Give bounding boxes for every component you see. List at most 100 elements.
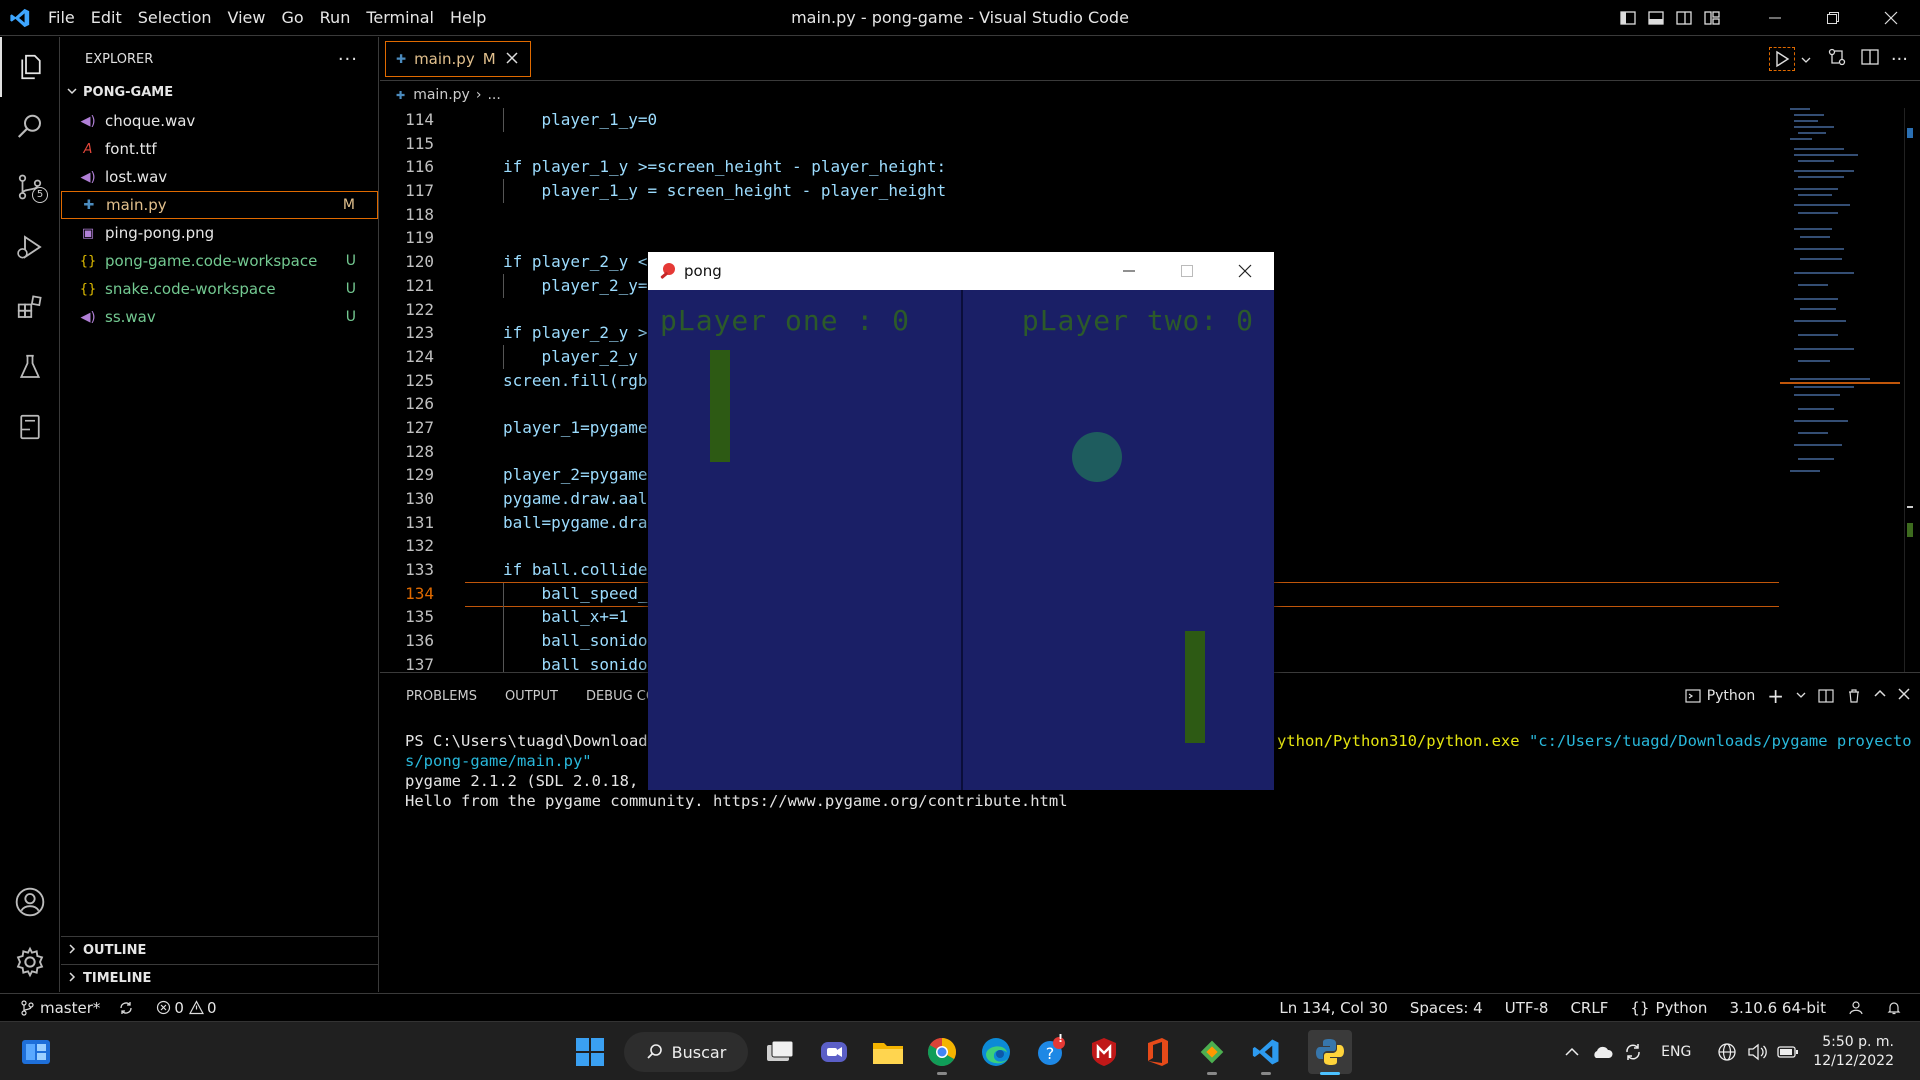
new-terminal-icon[interactable]: +	[1767, 684, 1784, 708]
battery-icon[interactable]	[1777, 1045, 1799, 1059]
close-panel-icon[interactable]	[1898, 688, 1910, 704]
pong-game-canvas[interactable]: pLayer one : 0 pLayer two: 0	[648, 290, 1274, 790]
run-python-file-icon[interactable]	[1768, 47, 1795, 71]
menu-file[interactable]: File	[40, 0, 83, 36]
toggle-panel-icon[interactable]	[1642, 0, 1670, 36]
show-hidden-icons-chevron-icon[interactable]	[1565, 1047, 1579, 1057]
file-row[interactable]: A font.ttf	[61, 135, 378, 163]
run-debug-icon[interactable]	[0, 217, 60, 277]
language-mode[interactable]: Python	[1655, 999, 1707, 1017]
customize-layout-icon[interactable]	[1698, 0, 1726, 36]
vscode-taskbar-icon[interactable]	[1244, 1030, 1288, 1075]
search-icon[interactable]	[0, 97, 60, 157]
chrome-icon[interactable]	[920, 1030, 964, 1075]
widgets-icon[interactable]	[14, 1030, 58, 1074]
close-tab-icon[interactable]	[506, 50, 518, 68]
explorer-icon[interactable]	[0, 37, 60, 97]
menu-selection[interactable]: Selection	[130, 0, 220, 36]
remote-explorer-icon[interactable]	[0, 397, 60, 457]
help-app-icon[interactable]: ? !	[1028, 1030, 1072, 1074]
app-diamond-icon[interactable]	[1190, 1030, 1234, 1075]
taskbar-search[interactable]: Buscar	[624, 1032, 748, 1072]
file-row[interactable]: ✚ main.py M	[61, 191, 378, 219]
breadcrumb-rest[interactable]: ...	[487, 87, 500, 103]
start-windows-icon[interactable]	[568, 1030, 612, 1074]
settings-gear-icon[interactable]	[0, 932, 60, 992]
pong-minimize-icon[interactable]	[1100, 252, 1158, 290]
tab-main-py[interactable]: ✚ main.py M	[385, 41, 531, 77]
indentation[interactable]: Spaces: 4	[1410, 999, 1483, 1017]
breadcrumb-file[interactable]: main.py	[413, 87, 470, 103]
network-globe-icon[interactable]	[1717, 1042, 1737, 1062]
mcafee-icon[interactable]	[1082, 1030, 1126, 1074]
close-icon[interactable]	[1862, 0, 1920, 36]
timeline-section[interactable]: TIMELINE	[61, 964, 379, 992]
restore-icon[interactable]	[1804, 0, 1862, 36]
maximize-panel-icon[interactable]	[1874, 688, 1886, 704]
file-row[interactable]: ▣ ping-pong.png	[61, 219, 378, 247]
editor-scrollbar[interactable]	[1904, 108, 1918, 672]
python-interpreter[interactable]: 3.10.6 64-bit	[1729, 999, 1826, 1017]
file-row[interactable]: ◀) choque.wav	[61, 107, 378, 135]
branch-name[interactable]: master*	[40, 999, 100, 1017]
toggle-secondary-sidebar-icon[interactable]	[1670, 0, 1698, 36]
tab-output[interactable]: OUTPUT	[505, 689, 558, 704]
input-language[interactable]: ENG	[1661, 1044, 1691, 1060]
more-actions-icon[interactable]: ···	[338, 49, 358, 70]
task-view-icon[interactable]	[758, 1030, 802, 1074]
menu-help[interactable]: Help	[442, 0, 494, 36]
notifications-bell-icon[interactable]	[1886, 1000, 1902, 1016]
extensions-icon[interactable]	[0, 277, 60, 337]
more-actions-icon[interactable]: ···	[1891, 49, 1908, 70]
feedback-icon[interactable]	[1848, 1000, 1864, 1016]
encoding[interactable]: UTF-8	[1505, 999, 1549, 1017]
sync-status-icon[interactable]	[1623, 1042, 1643, 1062]
minimap[interactable]	[1780, 108, 1900, 672]
toggle-primary-sidebar-icon[interactable]	[1614, 0, 1642, 36]
tab-problems[interactable]: PROBLEMS	[406, 689, 477, 704]
compare-changes-icon[interactable]	[1827, 47, 1847, 71]
edge-icon[interactable]	[974, 1030, 1018, 1074]
office-icon[interactable]	[1136, 1030, 1180, 1074]
run-dropdown-icon[interactable]	[1801, 50, 1811, 69]
end-of-line[interactable]: CRLF	[1570, 999, 1608, 1017]
outline-section[interactable]: OUTLINE	[61, 936, 379, 964]
onedrive-cloud-icon[interactable]	[1591, 1045, 1613, 1059]
vscode-logo-icon[interactable]	[0, 0, 40, 36]
file-row[interactable]: ◀) lost.wav	[61, 163, 378, 191]
file-row[interactable]: ◀) ss.wav U	[61, 303, 378, 331]
sync-icon[interactable]	[118, 1000, 134, 1016]
pong-title-bar[interactable]: pong	[648, 252, 1274, 290]
kill-terminal-icon[interactable]	[1846, 688, 1862, 704]
menu-edit[interactable]: Edit	[83, 0, 130, 36]
warnings-icon[interactable]	[188, 1000, 204, 1015]
pong-game-window[interactable]: pong pLayer one : 0 pLayer two: 0	[648, 252, 1274, 790]
clock[interactable]: 5:50 p. m. 12/12/2022	[1799, 1033, 1920, 1071]
tab-debug-console[interactable]: DEBUG CO	[586, 689, 656, 704]
split-editor-icon[interactable]	[1861, 48, 1879, 70]
file-row[interactable]: {} pong-game.code-workspace U	[61, 247, 378, 275]
accounts-icon[interactable]	[0, 872, 60, 932]
source-control-icon[interactable]: 5	[0, 157, 60, 217]
terminal-profile[interactable]: Python	[1707, 688, 1756, 704]
paddle-player-two	[1185, 631, 1205, 743]
file-explorer-icon[interactable]	[866, 1030, 910, 1074]
pong-close-icon[interactable]	[1216, 252, 1274, 290]
folder-header[interactable]: PONG-GAME	[61, 81, 378, 103]
errors-icon[interactable]	[156, 1000, 171, 1015]
minimize-icon[interactable]	[1746, 0, 1804, 36]
svg-text:?: ?	[1046, 1044, 1055, 1063]
menu-view[interactable]: View	[220, 0, 274, 36]
python-taskbar-icon[interactable]	[1308, 1030, 1352, 1075]
file-row[interactable]: {} snake.code-workspace U	[61, 275, 378, 303]
teams-chat-icon[interactable]	[812, 1030, 856, 1074]
menu-terminal[interactable]: Terminal	[358, 0, 442, 36]
split-terminal-icon[interactable]	[1818, 688, 1834, 704]
testing-flask-icon[interactable]	[0, 337, 60, 397]
menu-run[interactable]: Run	[312, 0, 359, 36]
pong-maximize-icon[interactable]	[1158, 252, 1216, 290]
cursor-position[interactable]: Ln 134, Col 30	[1279, 999, 1387, 1017]
volume-icon[interactable]	[1747, 1043, 1768, 1061]
terminal-dropdown-icon[interactable]	[1796, 688, 1806, 704]
menu-go[interactable]: Go	[273, 0, 311, 36]
